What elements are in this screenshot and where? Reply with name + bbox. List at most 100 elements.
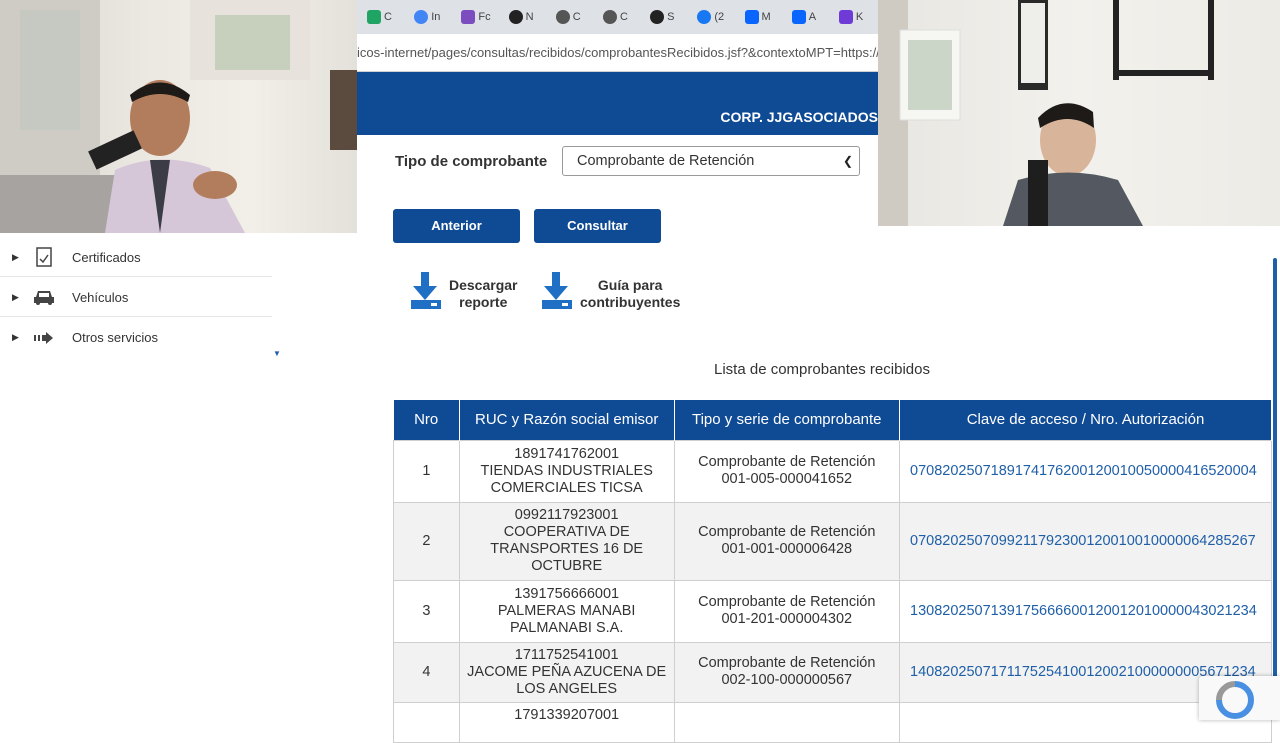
header-nro: Nro: [393, 400, 460, 440]
tab-favicon-icon: [697, 10, 712, 24]
guia-line1: Guía para: [597, 276, 663, 293]
sidebar-item-vehiculos[interactable]: ▶ Vehículos: [0, 278, 272, 317]
header-ruc: RUC y Razón social emisor: [459, 400, 675, 440]
cell-nro: 3: [393, 579, 460, 643]
page-scrollbar[interactable]: [1273, 258, 1277, 720]
browser-tab[interactable]: C: [363, 5, 406, 29]
cell-tipo: Comprobante de Retención 001-001-00000642…: [673, 501, 901, 581]
serie-comprobante: 001-001-000006428: [721, 541, 853, 557]
razon-social: PALMANABI S.A.: [510, 619, 624, 636]
razon-social: OCTUBRE: [531, 558, 603, 574]
table-row: 3 1391756666001 PALMERAS MANABI PALMANABI …: [393, 579, 1272, 643]
tipo-comprobante: Comprobante de Retención: [698, 524, 876, 540]
cell-ruc: 0992117923001 COOPERATIVA DE TRANSPORTES 1…: [458, 501, 675, 581]
tab-favicon-icon: [461, 10, 476, 24]
consultar-button[interactable]: Consultar: [534, 209, 661, 243]
browser-tab[interactable]: K: [835, 5, 878, 29]
car-icon: [32, 285, 56, 309]
sidebar-item-label: Vehículos: [72, 289, 129, 305]
sidebar-item-otros-servicios[interactable]: ▶ Otros servicios: [0, 318, 272, 357]
anterior-button[interactable]: Anterior: [393, 209, 520, 243]
browser-tab[interactable]: C: [552, 5, 595, 29]
browser-tab[interactable]: N: [505, 5, 548, 29]
cell-nro: [393, 701, 460, 743]
tipo-comprobante: Comprobante de Retención: [698, 454, 876, 470]
cell-nro: 1: [393, 439, 460, 503]
browser-tab[interactable]: M: [741, 5, 784, 29]
site-header: CORP. JJGASOCIADOS: [357, 72, 878, 135]
cell-ruc: 1391756666001 PALMERAS MANABI PALMANABI S.…: [458, 579, 675, 643]
header-tipo: Tipo y serie de comprobante: [674, 400, 901, 440]
clave-acceso-link[interactable]: 1308202507139175666600120012010000043021…: [899, 579, 1272, 643]
serie-comprobante: 001-005-000041652: [721, 471, 853, 487]
table-row: 4 1711752541001 JACOME PEÑA AZUCENA DE LOS…: [393, 641, 1272, 703]
webcam-video-right: [878, 0, 1280, 226]
table-title: Lista de comprobantes recibidos: [714, 361, 930, 378]
clave-acceso-link[interactable]: 0708202507189174176200120010050000416520…: [899, 439, 1272, 503]
razon-social: TRANSPORTES 16 DE: [490, 541, 644, 557]
scroll-down-icon[interactable]: ▼: [273, 349, 281, 358]
caret-right-icon: ▶: [12, 332, 19, 342]
tab-favicon-icon: [414, 10, 429, 24]
select-value: Comprobante de Retención: [577, 153, 755, 169]
recaptcha-badge[interactable]: [1199, 676, 1280, 720]
address-bar[interactable]: icos-internet/pages/consultas/recibidos/…: [357, 34, 878, 72]
ruc-number: 1891741762001: [514, 445, 620, 462]
guia-line2: contribuyentes: [580, 293, 681, 310]
caret-right-icon: ▶: [12, 291, 19, 302]
browser-tab[interactable]: C: [599, 5, 642, 29]
organization-name: CORP. JJGASOCIADOS: [720, 109, 878, 125]
sidebar-item-label: Otros servicios: [72, 330, 158, 345]
cell-ruc: 1891741762001 TIENDAS INDUSTRIALES COMERCI…: [458, 439, 675, 503]
browser-tab[interactable]: S: [646, 5, 689, 29]
tab-favicon-icon: [555, 10, 570, 24]
certificate-icon: [32, 245, 56, 269]
razon-social: LOS ANGELES: [516, 680, 618, 697]
ruc-number: 0992117923001: [514, 507, 619, 523]
browser-tab[interactable]: Fc: [457, 5, 500, 29]
header-clave: Clave de acceso / Nro. Autorización: [899, 400, 1272, 440]
ruc-number: 1791339207001: [514, 706, 620, 723]
tab-favicon-icon: [367, 10, 381, 24]
tab-favicon-icon: [650, 10, 665, 24]
tab-favicon-icon: [791, 10, 806, 24]
clave-acceso-link[interactable]: 0708202507099211792300120010010000064285…: [899, 501, 1272, 581]
cell-tipo: Comprobante de Retención 002-100-00000056…: [673, 641, 901, 703]
ruc-number: 1391756666001: [514, 585, 620, 602]
descargar-line2: reporte: [459, 293, 508, 310]
sidebar-item-certificados[interactable]: ▶ Certificados: [0, 238, 272, 277]
razon-social: COOPERATIVA DE: [503, 524, 630, 540]
url-text: icos-internet/pages/consultas/recibidos/…: [357, 45, 878, 60]
cell-ruc: 1791339207001: [458, 701, 675, 743]
download-icon: [540, 272, 574, 315]
table-row: 1791339207001: [393, 701, 1272, 743]
razon-social: COMERCIALES TICSA: [490, 479, 643, 496]
descargar-reporte-link[interactable]: Descargar reporte: [409, 272, 518, 315]
cell-ruc: 1711752541001 JACOME PEÑA AZUCENA DE LOS A…: [458, 641, 675, 703]
table-header-row: Nro RUC y Razón social emisor Tipo y ser…: [393, 400, 1272, 440]
tab-favicon-icon: [838, 10, 853, 24]
tipo-comprobante-select[interactable]: Comprobante de Retención ❮: [562, 146, 860, 176]
browser-tab[interactable]: (2: [693, 5, 736, 29]
razon-social: TIENDAS INDUSTRIALES: [480, 462, 653, 479]
arrow-right-icon: [32, 326, 56, 350]
table-row: 1 1891741762001 TIENDAS INDUSTRIALES COMER…: [393, 439, 1272, 503]
caret-right-icon: ▶: [12, 251, 19, 262]
cell-tipo: Comprobante de Retención 001-201-00000430…: [673, 579, 901, 643]
razon-social: JACOME PEÑA AZUCENA DE: [467, 663, 667, 680]
browser-tab[interactable]: In: [410, 5, 453, 29]
ruc-number: 1711752541001: [514, 646, 619, 663]
download-icon: [409, 272, 443, 315]
guest-video-icon: [878, 0, 1214, 226]
tipo-comprobante: Comprobante de Retención: [698, 655, 876, 671]
presenter-video-icon: [0, 0, 357, 233]
cell-tipo: [673, 701, 901, 743]
table-row: 2 0992117923001 COOPERATIVA DE TRANSPORTES…: [393, 501, 1272, 581]
tipo-comprobante-label: Tipo de comprobante: [395, 153, 548, 170]
browser-tab[interactable]: A: [788, 5, 831, 29]
tab-favicon-icon: [602, 10, 617, 24]
guia-contribuyentes-link[interactable]: Guía para contribuyentes: [540, 272, 680, 315]
comprobantes-table: Nro RUC y Razón social emisor Tipo y ser…: [393, 400, 1272, 743]
chevron-down-icon: ❮: [842, 154, 853, 168]
tab-favicon-icon: [508, 10, 523, 24]
